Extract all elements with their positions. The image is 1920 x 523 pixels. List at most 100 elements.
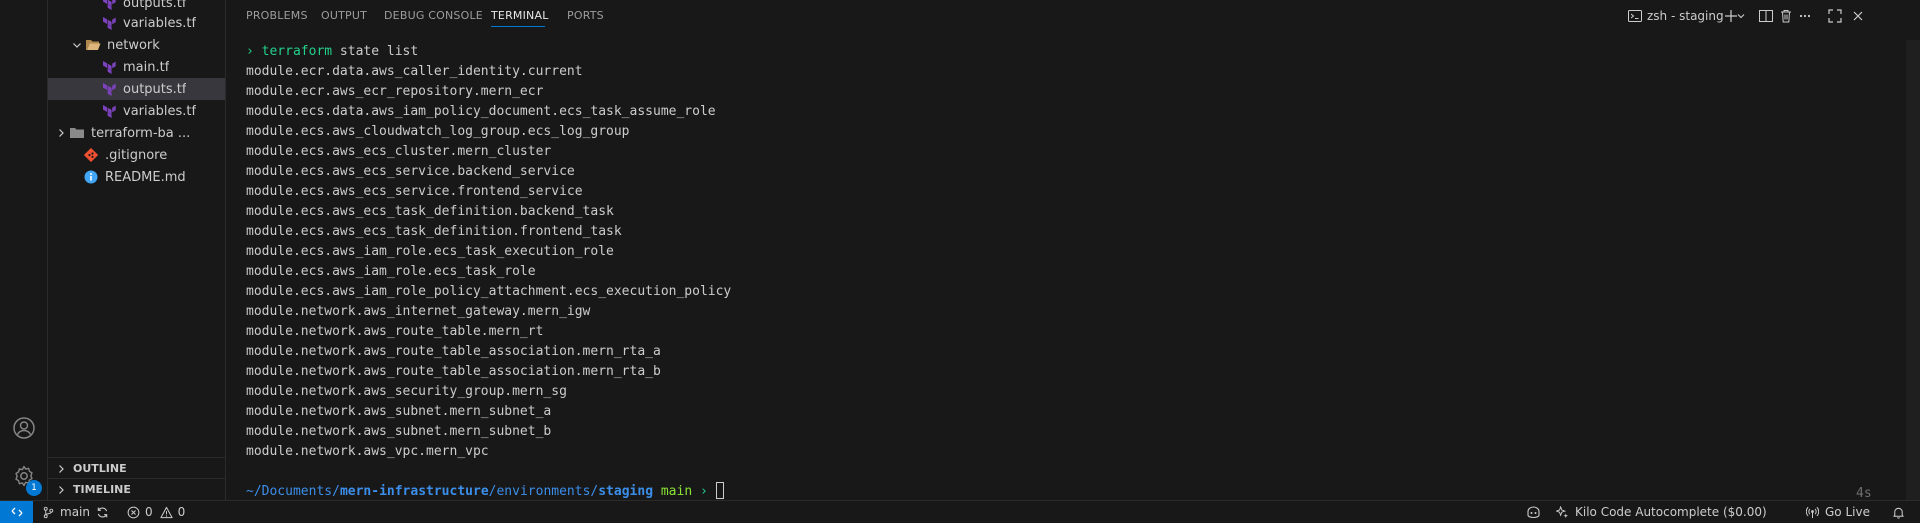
chevron-right-icon: [53, 482, 69, 498]
terraform-file-icon: [101, 0, 117, 11]
notifications-button[interactable]: [1892, 501, 1905, 523]
terminal-line: module.ecs.aws_iam_role.ecs_task_role: [246, 264, 536, 279]
kilo-code-status[interactable]: Kilo Code Autocomplete ($0.00): [1556, 501, 1767, 523]
account-icon: [13, 417, 35, 439]
remote-icon: [11, 507, 22, 517]
timeline-label: TIMELINE: [73, 483, 131, 496]
chevron-down-icon[interactable]: [1735, 8, 1747, 24]
elapsed-time: 4s: [1856, 486, 1872, 501]
warning-icon: [160, 506, 173, 518]
broadcast-icon: [1806, 506, 1819, 518]
tab-debug-console[interactable]: DEBUG CONSOLE: [384, 9, 483, 22]
command-line: › terraform state list: [246, 42, 731, 62]
command-args: state list: [332, 44, 419, 59]
go-live-label: Go Live: [1825, 505, 1870, 519]
timeline-section-header[interactable]: TIMELINE: [48, 478, 225, 500]
terminal-line: module.network.aws_vpc.mern_vpc: [246, 444, 489, 459]
tab-terminal[interactable]: TERMINAL: [491, 9, 549, 22]
terminal-line: module.ecr.data.aws_caller_identity.curr…: [246, 64, 583, 79]
copilot-icon: [1527, 506, 1540, 519]
terminal-scrollbar[interactable]: [1906, 40, 1920, 500]
activity-bar: 1: [0, 0, 48, 500]
bottom-panel: PROBLEMS OUTPUT DEBUG CONSOLE TERMINAL P…: [227, 0, 1920, 502]
terminal-line: module.network.aws_security_group.mern_s…: [246, 384, 567, 399]
tree-item-gitignore[interactable]: .gitignore: [48, 144, 225, 166]
sync-icon[interactable]: [96, 506, 109, 519]
git-icon: [83, 147, 99, 163]
tree-item-main-tf[interactable]: main.tf: [48, 56, 225, 78]
split-terminal-icon[interactable]: [1758, 8, 1774, 24]
chevron-right-icon: [53, 461, 69, 477]
chevron-right-icon: [53, 125, 69, 141]
folder-open-icon: [85, 37, 101, 53]
tab-ports[interactable]: PORTS: [567, 9, 604, 22]
cwd-segment: environments: [496, 484, 591, 499]
problems-status[interactable]: 0 0: [127, 501, 185, 523]
terminal-line: module.network.aws_route_table_associati…: [246, 364, 661, 379]
terminal-output[interactable]: › terraform state list module.ecr.data.a…: [246, 42, 731, 502]
tree-item-readme[interactable]: README.md: [48, 166, 225, 188]
accounts-button[interactable]: [0, 406, 48, 450]
sparkle-icon: [1556, 505, 1569, 518]
manage-badge: 1: [26, 480, 42, 496]
manage-button[interactable]: 1: [0, 454, 48, 498]
error-count: 0: [145, 505, 153, 519]
prompt-symbol: ›: [246, 44, 254, 59]
go-live-button[interactable]: Go Live: [1806, 501, 1870, 523]
terminal-line: module.ecs.aws_iam_role.ecs_task_executi…: [246, 244, 614, 259]
terminal-line: module.ecs.aws_ecs_task_definition.front…: [246, 224, 622, 239]
cwd-home: ~/: [246, 484, 262, 499]
warning-count: 0: [177, 505, 186, 519]
tree-item-variables-tf-2[interactable]: variables.tf: [48, 100, 225, 122]
remote-indicator-button[interactable]: [0, 501, 33, 523]
tree-folder-network[interactable]: network: [48, 34, 225, 56]
terminal-line: module.network.aws_route_table_associati…: [246, 344, 661, 359]
more-actions-icon[interactable]: [1797, 8, 1813, 24]
terminal-line: module.ecr.aws_ecr_repository.mern_ecr: [246, 84, 544, 99]
terminal-cursor: [715, 482, 724, 499]
terminal-line: module.ecs.aws_ecs_service.backend_servi…: [246, 164, 575, 179]
terminal-line: module.network.aws_subnet.mern_subnet_b: [246, 424, 552, 439]
cwd-segment: Documents: [261, 484, 333, 499]
copilot-status[interactable]: [1526, 501, 1541, 523]
terminal-line: module.ecs.data.aws_iam_policy_document.…: [246, 104, 716, 119]
folder-icon: [69, 125, 85, 141]
git-branch-icon: [43, 506, 54, 518]
close-icon[interactable]: [1850, 8, 1866, 24]
explorer-sidebar: outputs.tf variables.tf network main.tf …: [48, 0, 226, 500]
terminal-line: module.ecs.aws_ecs_task_definition.backe…: [246, 204, 614, 219]
branch-status[interactable]: main: [42, 501, 109, 523]
terraform-file-icon: [101, 59, 117, 75]
terminal-line: module.network.aws_route_table.mern_rt: [246, 324, 544, 339]
prompt-symbol: ›: [700, 484, 708, 499]
status-bar: main 0 0 Kilo Code Autocomplete ($0.00) …: [0, 500, 1920, 523]
branch-name: main: [60, 505, 90, 519]
kilo-code-label: Kilo Code Autocomplete ($0.00): [1575, 505, 1767, 519]
terminal-line: module.ecs.aws_iam_role_policy_attachmen…: [246, 284, 732, 299]
tree-item-variables-tf[interactable]: variables.tf: [48, 12, 225, 34]
terminal-line: module.network.aws_internet_gateway.mern…: [246, 304, 591, 319]
bell-icon: [1893, 507, 1904, 519]
terminal-line: module.ecs.aws_ecs_service.frontend_serv…: [246, 184, 583, 199]
cwd-segment-bold: mern-infrastructure: [339, 484, 489, 499]
git-branch: main: [660, 484, 693, 499]
terraform-file-icon: [101, 81, 117, 97]
terraform-file-icon: [101, 15, 117, 31]
tab-problems[interactable]: PROBLEMS: [246, 9, 308, 22]
command-name: terraform: [261, 44, 333, 59]
chevron-down-icon: [69, 37, 85, 53]
cwd-segment-bold: staging: [598, 484, 654, 499]
tree-item-outputs-tf-selected[interactable]: outputs.tf: [48, 78, 225, 100]
terminal-title[interactable]: zsh - staging: [1647, 9, 1724, 23]
terminal-line: module.ecs.aws_ecs_cluster.mern_cluster: [246, 144, 552, 159]
outline-label: OUTLINE: [73, 462, 127, 475]
trash-icon[interactable]: [1778, 8, 1794, 24]
tab-output[interactable]: OUTPUT: [321, 9, 367, 22]
terminal-icon: [1627, 8, 1643, 24]
terminal-line: module.ecs.aws_cloudwatch_log_group.ecs_…: [246, 124, 630, 139]
error-icon: [127, 506, 140, 518]
tree-folder-terraform-backend[interactable]: terraform-ba ...: [48, 122, 225, 144]
outline-section-header[interactable]: OUTLINE: [48, 457, 225, 479]
maximize-panel-icon[interactable]: [1827, 8, 1843, 24]
active-tab-indicator: [491, 26, 545, 27]
